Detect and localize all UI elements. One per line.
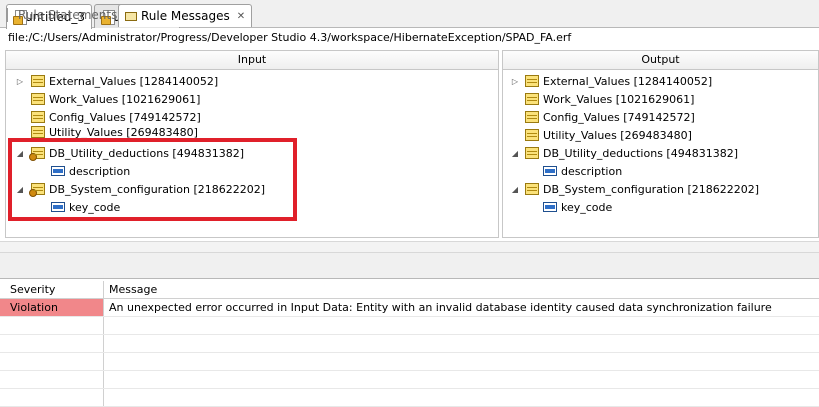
message-cell: An unexpected error occurred in Input Da…: [109, 301, 772, 314]
output-panel-header: Output: [503, 51, 818, 70]
tab-label: Rule Statements: [18, 8, 118, 22]
attribute-icon: [543, 166, 557, 176]
node-label: External_Values [1284140052]: [543, 74, 713, 88]
tree-node-config-values[interactable]: Config_Values [749142572]: [525, 108, 695, 126]
entity-icon: [525, 93, 539, 105]
file-path: file:/C:/Users/Administrator/Progress/De…: [8, 31, 572, 44]
tree-node-external-values[interactable]: ▷ External_Values [1284140052]: [510, 72, 712, 90]
highlight-box: [8, 138, 297, 221]
node-label: key_code: [561, 200, 613, 214]
rule-statements-icon: [6, 8, 14, 22]
expand-arrow-icon[interactable]: ▷: [15, 76, 25, 86]
tree-node-db-utility-deductions[interactable]: ◢ DB_Utility_deductions [494831382]: [510, 144, 738, 162]
table-row: [0, 389, 819, 407]
tree-node-utility-values[interactable]: Utility_Values [269483480]: [525, 126, 692, 144]
node-label: Utility_Values [269483480]: [543, 128, 692, 142]
tree-node-key-code[interactable]: key_code: [543, 198, 612, 216]
view-tab-bar: [0, 253, 819, 279]
table-row: [0, 371, 819, 389]
sash-divider[interactable]: [0, 241, 819, 253]
tree-node-work-values[interactable]: Work_Values [1021629061]: [31, 90, 200, 108]
node-label: Config_Values [749142572]: [49, 110, 201, 124]
tree-node-external-values[interactable]: ▷ External_Values [1284140052]: [15, 72, 218, 90]
attribute-icon: [543, 202, 557, 212]
entity-icon: [525, 183, 539, 195]
entity-icon: [525, 147, 539, 159]
tab-label: Rule Messages: [141, 9, 230, 23]
severity-cell: Violation: [0, 299, 104, 316]
node-label: Work_Values [1021629061]: [543, 92, 695, 106]
tree-node-description[interactable]: description: [543, 162, 622, 180]
entity-icon: [525, 111, 539, 123]
entity-icon: [525, 75, 539, 87]
entity-icon: [525, 129, 539, 141]
entity-icon: [31, 93, 45, 105]
rule-messages-table: Severity Message Violation An unexpected…: [0, 281, 819, 407]
table-header: Severity Message: [0, 281, 819, 299]
entity-icon: [31, 126, 45, 138]
column-header-message[interactable]: Message: [104, 281, 819, 298]
envelope-icon: [125, 11, 137, 21]
node-label: Config_Values [749142572]: [543, 110, 695, 124]
tree-node-work-values[interactable]: Work_Values [1021629061]: [525, 90, 694, 108]
column-header-severity[interactable]: Severity: [0, 281, 104, 298]
tab-rule-messages[interactable]: Rule Messages ✕: [118, 4, 253, 27]
entity-icon: [31, 75, 45, 87]
table-row[interactable]: Violation An unexpected error occurred i…: [0, 299, 819, 317]
node-label: DB_Utility_deductions [494831382]: [543, 146, 738, 160]
node-label: Utility_Values [269483480]: [49, 125, 198, 139]
tab-rule-statements[interactable]: Rule Statements: [0, 4, 123, 26]
close-icon[interactable]: ✕: [237, 11, 245, 22]
table-row: [0, 353, 819, 371]
table-row: [0, 317, 819, 335]
node-label: External_Values [1284140052]: [49, 74, 219, 88]
tree-node-utility-values[interactable]: Utility_Values [269483480]: [31, 125, 198, 139]
input-panel-header: Input: [6, 51, 498, 70]
node-label: Work_Values [1021629061]: [49, 92, 201, 106]
output-panel: Output ▷ External_Values [1284140052] Wo…: [502, 50, 819, 238]
tree-node-db-system-configuration[interactable]: ◢ DB_System_configuration [218622202]: [510, 180, 759, 198]
tree-node-config-values[interactable]: Config_Values [749142572]: [31, 108, 201, 126]
node-label: DB_System_configuration [218622202]: [543, 182, 760, 196]
collapse-arrow-icon[interactable]: ◢: [510, 184, 520, 194]
table-row: [0, 335, 819, 353]
collapse-arrow-icon[interactable]: ◢: [510, 148, 520, 158]
expand-arrow-icon[interactable]: ▷: [510, 76, 520, 86]
node-label: description: [561, 164, 623, 178]
entity-icon: [31, 111, 45, 123]
